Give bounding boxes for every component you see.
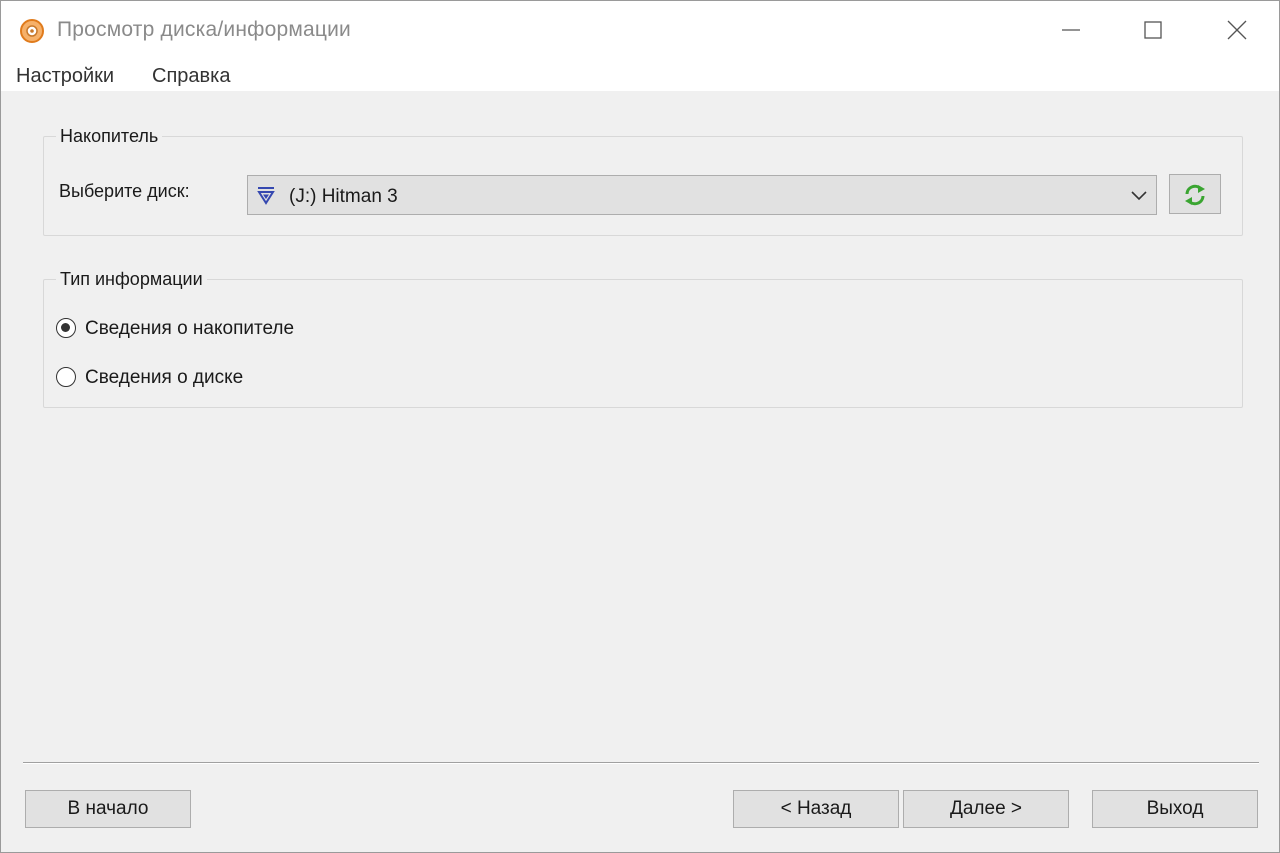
close-button[interactable]	[1197, 1, 1277, 59]
radio-button-unchecked[interactable]	[56, 367, 76, 387]
window-title: Просмотр диска/информации	[57, 18, 351, 41]
optical-drive-icon	[257, 187, 275, 205]
maximize-button[interactable]	[1113, 1, 1193, 59]
title-bar[interactable]: Просмотр диска/информации	[1, 1, 1279, 59]
minimize-icon	[1062, 29, 1080, 31]
refresh-icon	[1185, 184, 1205, 206]
radio-disc-info-label: Сведения о диске	[85, 367, 244, 388]
minimize-button[interactable]	[1031, 1, 1111, 59]
radio-drive-info-label: Сведения о накопителе	[85, 318, 295, 339]
selected-drive: (J:) Hitman 3	[289, 186, 398, 207]
chevron-down-icon	[1131, 191, 1147, 201]
next-button[interactable]: Далее >	[903, 790, 1069, 828]
refresh-button[interactable]	[1169, 174, 1221, 214]
menu-help[interactable]: Справка	[152, 65, 230, 88]
drive-group-legend: Накопитель	[56, 126, 163, 147]
back-button[interactable]: < Назад	[733, 790, 899, 828]
disc-info-window: Просмотр диска/информации Настройки Спра…	[0, 0, 1280, 853]
radio-dot	[61, 323, 70, 332]
radio-button-checked[interactable]	[56, 318, 76, 338]
exit-button[interactable]: Выход	[1092, 790, 1258, 828]
maximize-icon	[1144, 21, 1162, 39]
menu-bar: Настройки Справка	[1, 59, 1279, 91]
info-type-legend: Тип информации	[56, 269, 207, 290]
close-icon	[1227, 20, 1247, 40]
footer-separator	[23, 762, 1259, 764]
menu-settings[interactable]: Настройки	[16, 65, 114, 88]
drive-dropdown[interactable]: (J:) Hitman 3	[247, 175, 1157, 215]
disc-icon	[20, 19, 44, 43]
select-drive-label: Выберите диск:	[59, 181, 190, 201]
start-button[interactable]: В начало	[25, 790, 191, 828]
